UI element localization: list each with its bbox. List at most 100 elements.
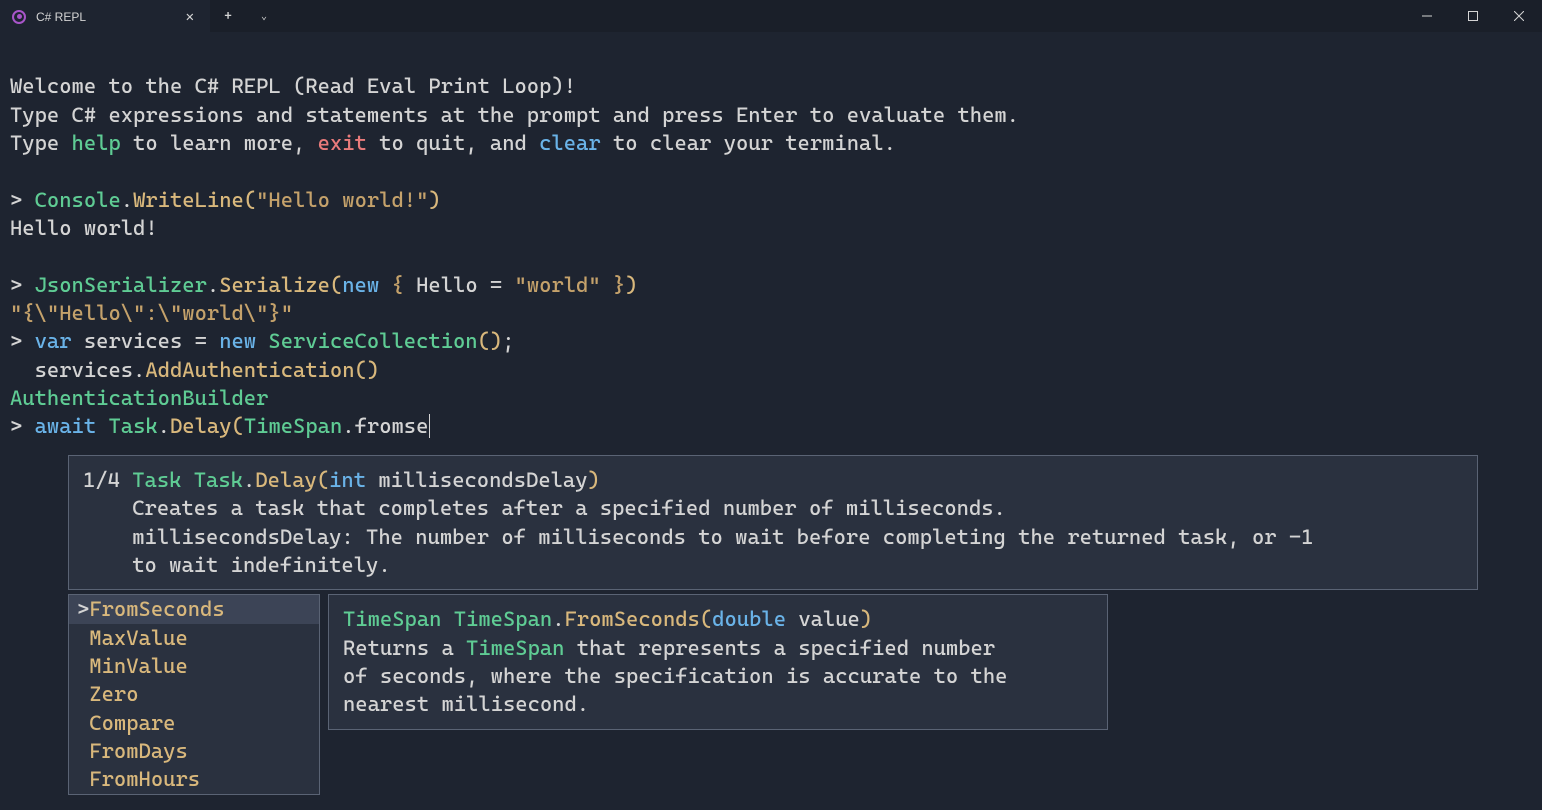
intro-line-2: Type C# expressions and statements at th…: [10, 103, 1019, 127]
code-class: TimeSpan: [244, 414, 342, 438]
code-dot: .: [342, 414, 354, 438]
overload-count: 1/4: [83, 468, 132, 492]
sig-param-type: int: [329, 468, 366, 492]
code-paren: (: [330, 273, 342, 297]
sig-description: to wait indefinitely.: [132, 553, 390, 577]
code-method: WriteLine: [133, 188, 244, 212]
md-desc: nearest millisecond.: [343, 692, 589, 716]
terminal-output[interactable]: Welcome to the C# REPL (Read Eval Print …: [0, 32, 1542, 807]
code-eq: =: [490, 273, 515, 297]
code-keyword: await: [35, 414, 97, 438]
prompt: >: [10, 273, 35, 297]
code-brace: }: [601, 273, 626, 297]
md-desc: Returns a: [343, 636, 466, 660]
completion-item-compare[interactable]: Compare: [69, 709, 319, 737]
sig-space: [366, 468, 378, 492]
minimize-button[interactable]: [1404, 0, 1450, 32]
sig-class: Task: [194, 468, 243, 492]
completion-list[interactable]: >FromSeconds MaxValue MinValue Zero Comp…: [68, 594, 320, 794]
code-paren: (: [244, 188, 256, 212]
window-controls: [1404, 0, 1542, 32]
help-keyword: help: [72, 131, 121, 155]
member-description-panel: TimeSpan TimeSpan.FromSeconds(double val…: [328, 594, 1108, 729]
intro-text: to clear your terminal.: [601, 131, 896, 155]
md-space: [441, 607, 453, 631]
code-paren: (): [355, 358, 380, 382]
tab-icon: [12, 10, 26, 24]
code-class: ServiceCollection: [268, 329, 477, 353]
prompt: >: [10, 329, 35, 353]
code-text: services: [10, 358, 133, 382]
md-type-ref: TimeSpan: [466, 636, 564, 660]
sig-indent: [83, 525, 132, 549]
code-dot: .: [133, 358, 145, 382]
completion-item-maxvalue[interactable]: MaxValue: [69, 624, 319, 652]
code-keyword: new: [219, 329, 256, 353]
sig-space: [181, 468, 193, 492]
code-class: JsonSerializer: [35, 273, 207, 297]
output-line: "{\"Hello\":\"world\"}": [10, 301, 293, 325]
titlebar: C# REPL ✕ + ⌄: [0, 0, 1542, 32]
output-line: AuthenticationBuilder: [10, 386, 268, 410]
exit-keyword: exit: [318, 131, 367, 155]
code-method: AddAuthentication: [145, 358, 354, 382]
code-class: Console: [35, 188, 121, 212]
titlebar-tabs: C# REPL ✕ + ⌄: [0, 0, 282, 32]
code-text: services: [72, 329, 195, 353]
code-paren: (: [232, 414, 244, 438]
sig-indent: [83, 553, 132, 577]
clear-keyword: clear: [539, 131, 601, 155]
code-space: [96, 414, 108, 438]
completion-item-minvalue[interactable]: MinValue: [69, 652, 319, 680]
sig-indent: [83, 496, 132, 520]
md-space: [786, 607, 798, 631]
intro-text: to quit, and: [367, 131, 539, 155]
md-desc: that represents a specified number: [564, 636, 995, 660]
intro-line-3-prefix: Type: [10, 131, 72, 155]
close-icon[interactable]: ✕: [182, 9, 198, 25]
intro-line-1: Welcome to the C# REPL (Read Eval Print …: [10, 74, 576, 98]
code-keyword: new: [342, 273, 379, 297]
code-dot: .: [158, 414, 170, 438]
completion-item-zero[interactable]: Zero: [69, 680, 319, 708]
signature-help-tooltip: 1/4 Task Task.Delay(int millisecondsDela…: [68, 455, 1478, 590]
sig-param-name: millisecondsDelay: [378, 468, 587, 492]
sig-description: millisecondsDelay: The number of millise…: [132, 525, 1313, 549]
md-return-type: TimeSpan: [343, 607, 441, 631]
completion-item-fromseconds[interactable]: >FromSeconds: [69, 595, 319, 623]
code-keyword: var: [35, 329, 72, 353]
intellisense-row: >FromSeconds MaxValue MinValue Zero Comp…: [68, 594, 1532, 794]
maximize-button[interactable]: [1450, 0, 1496, 32]
md-param-name: value: [798, 607, 860, 631]
tab-dropdown-button[interactable]: ⌄: [246, 0, 282, 32]
md-desc: of seconds, where the specification is a…: [343, 664, 1007, 688]
code-semi: ;: [502, 329, 514, 353]
code-dot: .: [121, 188, 133, 212]
md-paren: (: [700, 607, 712, 631]
sig-paren: ): [588, 468, 600, 492]
sig-paren: (: [317, 468, 329, 492]
code-method: Serialize: [219, 273, 330, 297]
tab-csharp-repl[interactable]: C# REPL ✕: [0, 0, 210, 32]
code-class: Task: [108, 414, 157, 438]
prompt: >: [10, 414, 35, 438]
completion-item-fromdays[interactable]: FromDays: [69, 737, 319, 765]
sig-dot: .: [243, 468, 255, 492]
md-dot: .: [552, 607, 564, 631]
md-method: FromSeconds: [565, 607, 700, 631]
code-paren: ): [625, 273, 637, 297]
text-cursor: [429, 414, 430, 438]
completion-item-fromhours[interactable]: FromHours: [69, 765, 319, 793]
close-window-button[interactable]: [1496, 0, 1542, 32]
md-class: TimeSpan: [454, 607, 552, 631]
code-paren: ): [428, 188, 440, 212]
code-method: Delay: [170, 414, 232, 438]
intro-text: to learn more,: [121, 131, 318, 155]
md-param-type: double: [712, 607, 786, 631]
code-prop: Hello: [416, 273, 490, 297]
new-tab-button[interactable]: +: [210, 0, 246, 32]
code-space: [379, 273, 391, 297]
code-space: [256, 329, 268, 353]
code-typed: fromse: [355, 414, 429, 438]
prompt: >: [10, 188, 35, 212]
